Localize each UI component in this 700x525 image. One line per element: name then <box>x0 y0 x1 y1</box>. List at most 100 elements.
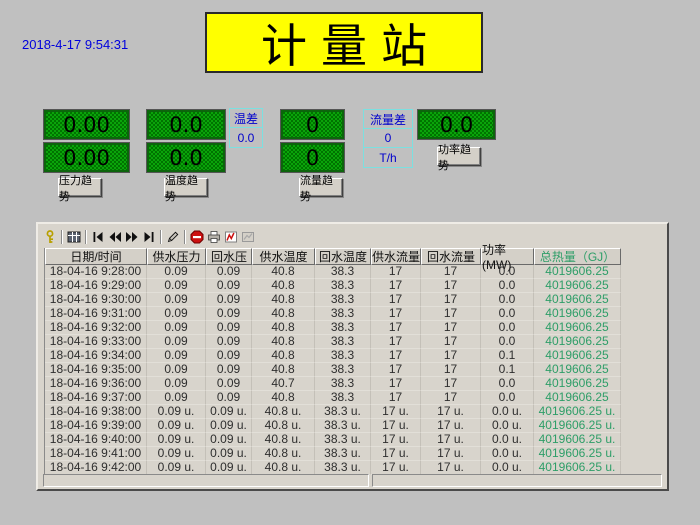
flow-diff-value: 0 <box>364 129 412 148</box>
supply-temperature-display: 0.0 <box>147 110 225 139</box>
table-row[interactable]: 18-04-16 9:35:000.090.0940.838.317170.14… <box>45 363 622 377</box>
temp-diff-box: 温差 0.0 <box>229 108 263 148</box>
table-row[interactable]: 18-04-16 9:36:000.090.0940.738.317170.04… <box>45 377 622 391</box>
temp-diff-label: 温差 <box>230 109 262 128</box>
table-cell: 0.09 u. <box>206 433 252 447</box>
table-cell: 0.09 u. <box>147 433 206 447</box>
column-header[interactable]: 供水压力 <box>147 248 206 265</box>
column-header[interactable]: 供水温度 <box>252 248 315 265</box>
table-cell: 18-04-16 9:31:00 <box>45 307 147 321</box>
table-cell: 17 u. <box>421 433 481 447</box>
table-cell: 38.3 <box>315 377 371 391</box>
table-cell: 4019606.25 <box>534 391 621 405</box>
table-row[interactable]: 18-04-16 9:33:000.090.0940.838.317170.04… <box>45 335 622 349</box>
table-cell: 0.0 <box>481 321 534 335</box>
table-cell: 0.09 <box>147 321 206 335</box>
temperature-trend-button[interactable]: 温度趋势 <box>164 178 208 197</box>
table-cell: 4019606.25 u. <box>534 447 621 461</box>
table-cell: 40.8 <box>252 321 315 335</box>
column-header[interactable]: 回水压 <box>206 248 252 265</box>
table-cell: 0.09 <box>206 363 252 377</box>
table-cell: 0.0 <box>481 293 534 307</box>
table-cell: 38.3 <box>315 265 371 279</box>
power-display: 0.0 <box>418 110 495 139</box>
table-cell: 4019606.25 u. <box>534 405 621 419</box>
table-cell: 17 <box>371 293 421 307</box>
export-icon[interactable] <box>239 229 256 245</box>
table-cell: 0.09 <box>147 293 206 307</box>
table-cell: 18-04-16 9:28:00 <box>45 265 147 279</box>
table-cell: 17 u. <box>371 461 421 475</box>
column-header[interactable]: 日期/时间 <box>45 248 147 265</box>
table-cell: 0.09 u. <box>147 419 206 433</box>
table-cell: 0.0 u. <box>481 433 534 447</box>
table-cell: 17 <box>421 321 481 335</box>
table-cell: 17 <box>421 279 481 293</box>
column-header[interactable]: 总热量（GJ） <box>534 248 621 265</box>
table-cell: 38.3 u. <box>315 419 371 433</box>
table-row[interactable]: 18-04-16 9:31:000.090.0940.838.317170.04… <box>45 307 622 321</box>
table-cell: 38.3 <box>315 279 371 293</box>
table-row[interactable]: 18-04-16 9:38:000.09 u.0.09 u.40.8 u.38.… <box>45 405 622 419</box>
supply-pressure-display: 0.00 <box>44 110 129 139</box>
table-cell: 18-04-16 9:38:00 <box>45 405 147 419</box>
table-cell: 17 u. <box>371 433 421 447</box>
column-header[interactable]: 供水流量 <box>371 248 421 265</box>
nav-next-icon[interactable] <box>123 229 140 245</box>
table-row[interactable]: 18-04-16 9:30:000.090.0940.838.317170.04… <box>45 293 622 307</box>
nav-prev-icon[interactable] <box>106 229 123 245</box>
table-row[interactable]: 18-04-16 9:29:000.090.0940.838.317170.04… <box>45 279 622 293</box>
table-row[interactable]: 18-04-16 9:34:000.090.0940.838.317170.14… <box>45 349 622 363</box>
nav-last-icon[interactable] <box>140 229 157 245</box>
table-row[interactable]: 18-04-16 9:42:000.09 u.0.09 u.40.8 u.38.… <box>45 461 622 475</box>
table-cell: 18-04-16 9:37:00 <box>45 391 147 405</box>
table-cell: 40.8 u. <box>252 419 315 433</box>
table-row[interactable]: 18-04-16 9:28:000.090.0940.838.317170.04… <box>45 265 622 279</box>
history-table-panel: 日期/时间供水压力回水压供水温度回水温度供水流量回水流量功率(MW)总热量（GJ… <box>36 222 669 491</box>
table-cell: 0.09 <box>206 349 252 363</box>
chart-icon[interactable] <box>222 229 239 245</box>
table-cell: 17 u. <box>421 461 481 475</box>
power-trend-button[interactable]: 功率趋势 <box>437 147 481 166</box>
flow-diff-label: 流量差 <box>364 110 412 129</box>
table-row[interactable]: 18-04-16 9:40:000.09 u.0.09 u.40.8 u.38.… <box>45 433 622 447</box>
pencil-icon[interactable] <box>164 229 181 245</box>
column-header[interactable]: 功率(MW) <box>481 248 534 265</box>
key-icon[interactable] <box>41 229 58 245</box>
table-cell: 38.3 <box>315 363 371 377</box>
table-cell: 0.09 <box>147 363 206 377</box>
pressure-trend-button[interactable]: 压力趋势 <box>58 178 102 197</box>
table-cell: 40.8 <box>252 265 315 279</box>
table-cell: 0.0 u. <box>481 419 534 433</box>
printer-icon[interactable] <box>205 229 222 245</box>
table-cell: 0.0 <box>481 279 534 293</box>
table-cell: 4019606.25 <box>534 265 621 279</box>
table-row[interactable]: 18-04-16 9:37:000.090.0940.838.317170.04… <box>45 391 622 405</box>
table-cell: 17 u. <box>371 405 421 419</box>
table-cell: 4019606.25 <box>534 349 621 363</box>
table-cell: 38.3 <box>315 321 371 335</box>
grid-icon[interactable] <box>65 229 82 245</box>
table-cell: 4019606.25 u. <box>534 419 621 433</box>
table-cell: 40.8 u. <box>252 433 315 447</box>
table-cell: 0.1 <box>481 363 534 377</box>
table-cell: 0.09 <box>206 321 252 335</box>
table-cell: 38.3 <box>315 349 371 363</box>
nav-first-icon[interactable] <box>89 229 106 245</box>
column-header[interactable]: 回水流量 <box>421 248 481 265</box>
table-cell: 4019606.25 <box>534 293 621 307</box>
flow-trend-button[interactable]: 流量趋势 <box>299 178 343 197</box>
table-cell: 0.09 u. <box>147 405 206 419</box>
table-cell: 0.09 u. <box>206 419 252 433</box>
table-row[interactable]: 18-04-16 9:41:000.09 u.0.09 u.40.8 u.38.… <box>45 447 622 461</box>
stop-icon[interactable] <box>188 229 205 245</box>
table-row[interactable]: 18-04-16 9:39:000.09 u.0.09 u.40.8 u.38.… <box>45 419 622 433</box>
supply-flow-display: 0 <box>281 110 344 139</box>
table-cell: 0.0 <box>481 307 534 321</box>
table-cell: 18-04-16 9:34:00 <box>45 349 147 363</box>
column-header[interactable]: 回水温度 <box>315 248 371 265</box>
table-cell: 0.09 <box>206 293 252 307</box>
table-cell: 38.3 <box>315 391 371 405</box>
table-cell: 17 u. <box>421 419 481 433</box>
table-row[interactable]: 18-04-16 9:32:000.090.0940.838.317170.04… <box>45 321 622 335</box>
